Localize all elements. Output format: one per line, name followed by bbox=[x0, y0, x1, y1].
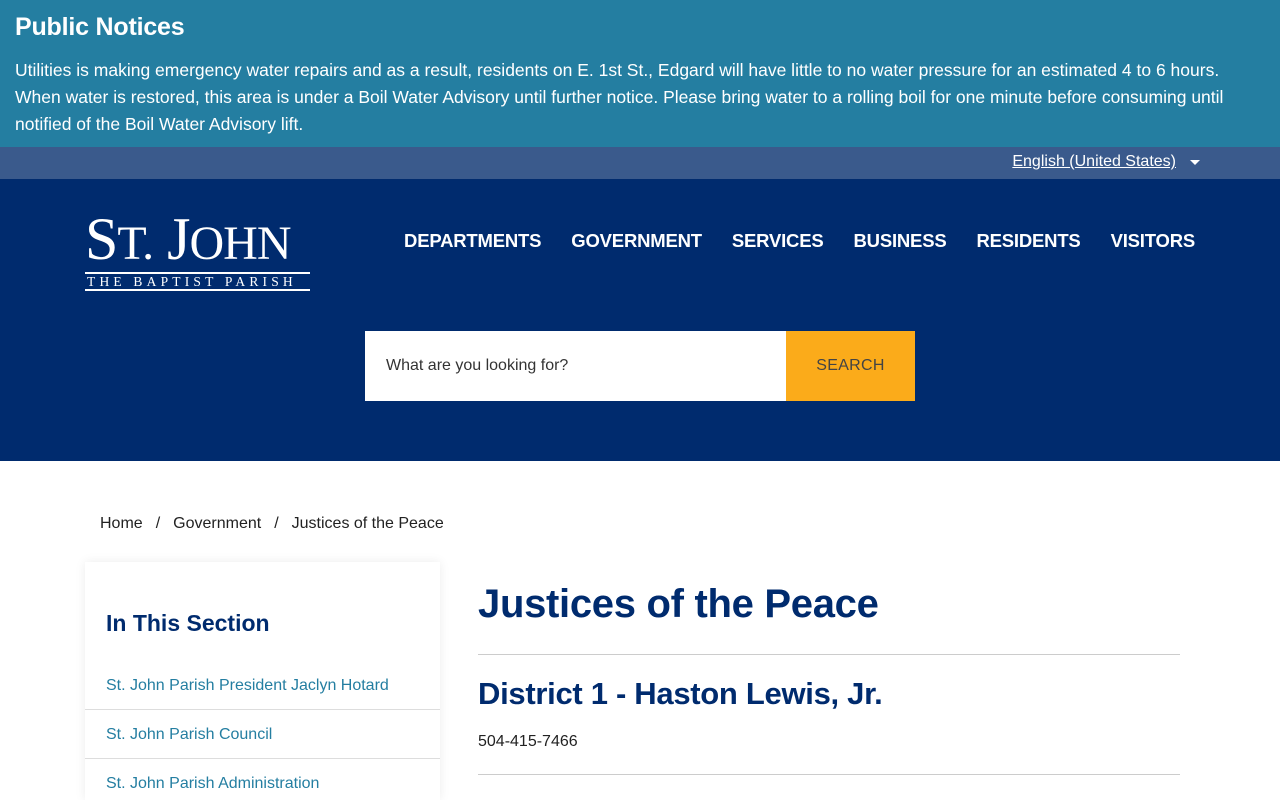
breadcrumb-current: Justices of the Peace bbox=[291, 515, 444, 532]
nav-visitors[interactable]: VISITORS bbox=[1111, 230, 1196, 252]
breadcrumb: Home / Government / Justices of the Peac… bbox=[100, 515, 444, 533]
logo-subtitle: THE BAPTIST PARISH bbox=[85, 272, 310, 291]
breadcrumb-home[interactable]: Home bbox=[100, 515, 143, 533]
divider bbox=[478, 774, 1180, 775]
language-bar: English (United States) bbox=[0, 147, 1280, 179]
sidebar-item-parish-president[interactable]: St. John Parish President Jaclyn Hotard bbox=[85, 661, 440, 710]
nav-departments[interactable]: DEPARTMENTS bbox=[404, 230, 541, 252]
site-logo[interactable]: ST. JOHN THE BAPTIST PARISH bbox=[85, 206, 310, 291]
sidebar-item-parish-council[interactable]: St. John Parish Council bbox=[85, 710, 440, 759]
nav-business[interactable]: BUSINESS bbox=[854, 230, 947, 252]
sidebar-title: In This Section bbox=[106, 610, 270, 636]
district-heading: District 1 - Haston Lewis, Jr. bbox=[478, 676, 883, 711]
nav-government[interactable]: GOVERNMENT bbox=[571, 230, 702, 252]
language-label: English (United States) bbox=[1012, 153, 1176, 170]
breadcrumb-separator: / bbox=[274, 515, 279, 532]
section-sidebar: In This Section St. John Parish Presiden… bbox=[85, 562, 440, 800]
divider bbox=[478, 654, 1180, 655]
page-title: Justices of the Peace bbox=[478, 582, 879, 626]
nav-residents[interactable]: RESIDENTS bbox=[976, 230, 1080, 252]
notice-text: Utilities is making emergency water repa… bbox=[15, 60, 1224, 134]
notice-title: Public Notices bbox=[15, 13, 185, 41]
search-bar: SEARCH bbox=[365, 331, 915, 401]
logo-wordmark: ST. JOHN bbox=[85, 206, 292, 272]
public-notice-banner: Public Notices Utilities is making emerg… bbox=[0, 0, 1280, 147]
site-header: ST. JOHN THE BAPTIST PARISH DEPARTMENTS … bbox=[0, 179, 1280, 461]
main-content: Justices of the Peace District 1 - Hasto… bbox=[478, 580, 1180, 775]
search-input[interactable] bbox=[365, 331, 786, 401]
district-phone: 504-415-7466 bbox=[478, 733, 578, 750]
nav-services[interactable]: SERVICES bbox=[732, 230, 824, 252]
sidebar-item-parish-administration[interactable]: St. John Parish Administration bbox=[85, 759, 440, 800]
caret-down-icon bbox=[1190, 159, 1200, 165]
breadcrumb-government[interactable]: Government bbox=[173, 515, 261, 533]
breadcrumb-separator: / bbox=[155, 515, 161, 532]
main-nav: DEPARTMENTS GOVERNMENT SERVICES BUSINESS… bbox=[404, 230, 1195, 252]
language-selector[interactable]: English (United States) bbox=[1012, 153, 1200, 171]
search-button[interactable]: SEARCH bbox=[786, 331, 915, 401]
